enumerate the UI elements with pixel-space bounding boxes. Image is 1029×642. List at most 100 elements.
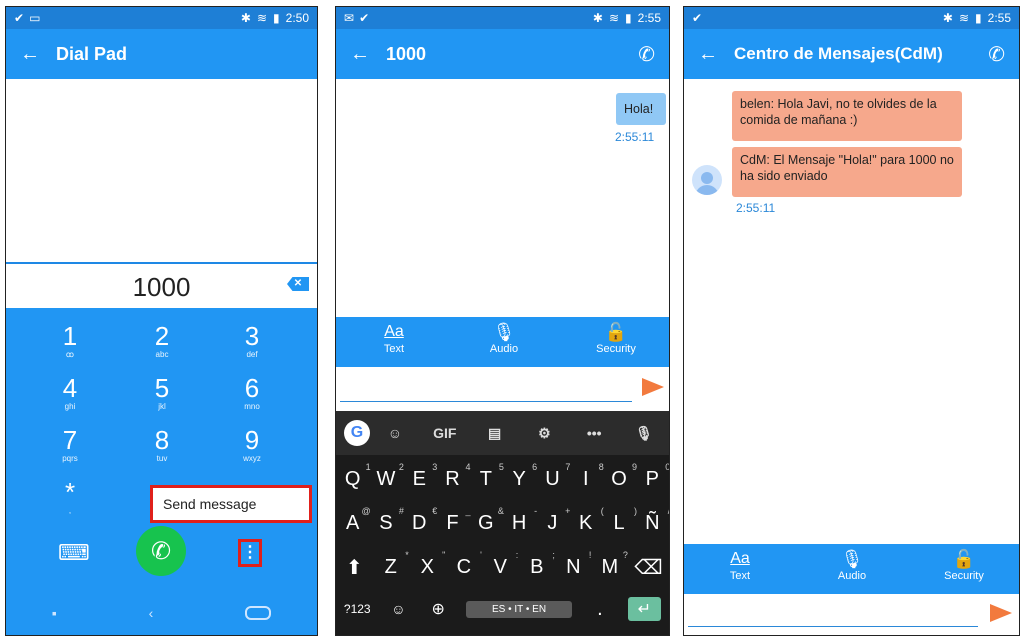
settings-icon[interactable]: ⚙ (519, 425, 569, 442)
keyboard-icon[interactable]: ⌨ (58, 540, 90, 566)
key-8[interactable]: 8 tuv (122, 426, 202, 464)
chat-screen-1000: ✉ ✔ ✱ ≋ ▮ 2:55 ← 1000 ✆ Hola! 2:55:11 Aa Text… (335, 6, 670, 636)
text-option[interactable]: Aa Text (700, 548, 780, 582)
emoji-icon[interactable]: ☺ (386, 601, 410, 617)
keyboard: G ☺ GIF ▤ ⚙ ••• 🎙 Q1W2E3R4T5Y6U7I8O9P0 A… (336, 411, 669, 635)
key-letter: N (566, 555, 581, 578)
more-options-icon[interactable]: ⋮ (238, 539, 262, 567)
audio-option[interactable]: 🎙 Audio (812, 548, 892, 582)
key-3[interactable]: 3 def (212, 322, 292, 360)
bluetooth-icon: ✱ (240, 11, 251, 25)
key-ñ[interactable]: Ñ/ (640, 506, 669, 535)
key-t[interactable]: T5 (474, 462, 504, 491)
back-arrow-icon[interactable]: ← (698, 43, 734, 66)
key-d[interactable]: D € (407, 506, 437, 535)
key-z[interactable]: Z * (379, 550, 409, 579)
key-o[interactable]: O9 (607, 462, 637, 491)
key-alt-char: 2 (398, 461, 404, 472)
clipboard-icon[interactable]: ▤ (470, 425, 520, 442)
more-icon[interactable]: ••• (569, 425, 619, 441)
key-7[interactable]: 7 pqrs (30, 426, 110, 464)
avatar (692, 165, 722, 195)
key-letters: ghi (64, 402, 76, 411)
key-v[interactable]: V: (488, 550, 519, 579)
message-input[interactable] (340, 401, 632, 402)
send-icon[interactable] (990, 604, 1012, 622)
nav-back-icon[interactable]: ‹ (149, 605, 154, 621)
message-input[interactable] (688, 626, 978, 627)
key-digit: 1 (62, 321, 78, 351)
key-m[interactable]: M? (598, 550, 628, 579)
system-message-bubble: CdM: El Mensaje "Hola!" para 1000 no ha … (732, 147, 962, 197)
key-p[interactable]: P0 (640, 462, 669, 491)
backspace-icon[interactable]: ⌫ (634, 555, 662, 580)
key-6[interactable]: 6 mno (212, 374, 292, 412)
back-arrow-icon[interactable]: ← (350, 43, 386, 66)
key-i[interactable]: I8 (574, 462, 604, 491)
key-alt-char: ; (552, 549, 555, 560)
key-alt-char: ? (622, 549, 628, 560)
symbols-key[interactable]: ?123 (344, 602, 371, 616)
key-letter: Y (512, 467, 526, 490)
text-option[interactable]: Aa Text (354, 321, 434, 355)
phone-icon[interactable]: ✆ (988, 42, 1005, 67)
key-y[interactable]: Y6 (507, 462, 537, 491)
message-time: 2:55:11 (736, 201, 776, 215)
dialed-number: 1000 (6, 262, 317, 310)
keyboard-toolbar: G ☺ GIF ▤ ⚙ ••• 🎙 (336, 411, 669, 455)
send-icon[interactable] (642, 378, 664, 396)
key-2[interactable]: 2 abc (122, 322, 202, 360)
back-arrow-icon[interactable]: ← (20, 43, 56, 66)
key-f[interactable]: F _ (441, 506, 470, 535)
bluetooth-icon: ✱ (592, 11, 603, 25)
key-h[interactable]: H- (507, 506, 537, 535)
key-l[interactable]: L) (607, 506, 637, 535)
audio-option[interactable]: 🎙 Audio (464, 321, 544, 355)
key-n[interactable]: N! (561, 550, 591, 579)
key-5[interactable]: 5 jkl (122, 374, 202, 412)
sticker-icon[interactable]: ☺ (370, 425, 420, 441)
enter-icon[interactable]: ↵ (627, 597, 662, 621)
key-alt-char: # (398, 505, 404, 516)
mic-icon[interactable]: 🎙 (619, 425, 669, 442)
key-alt-char: 6 (532, 461, 538, 472)
key-4[interactable]: 4 ghi (30, 374, 110, 412)
key-k[interactable]: K( (574, 506, 604, 535)
screen-icon: ▭ (29, 11, 41, 25)
key-1[interactable]: 1ꝏ (30, 322, 110, 360)
key-letter: V (493, 555, 507, 578)
key-9[interactable]: 9 wxyz (212, 426, 292, 464)
send-message-menu-item[interactable]: Send message (150, 485, 312, 523)
microphone-icon: 🎙 (492, 322, 516, 342)
key-c[interactable]: C ' (452, 550, 482, 579)
key-alt-char: - (534, 505, 538, 516)
key-s[interactable]: S # (374, 506, 404, 535)
key-q[interactable]: Q1 (341, 462, 371, 491)
gif-button[interactable]: GIF (420, 425, 470, 441)
key-j[interactable]: J + (540, 506, 570, 535)
key-x[interactable]: X " (415, 550, 446, 579)
google-icon[interactable]: G (344, 420, 370, 446)
period-key[interactable]: . (588, 598, 612, 621)
key-u[interactable]: U7 (540, 462, 570, 491)
key-e[interactable]: E3 (407, 462, 438, 491)
key-g[interactable]: G & (474, 506, 504, 535)
key-star[interactable]: *, (30, 478, 110, 516)
key-a[interactable]: A @ (341, 506, 371, 535)
received-message-bubble: belen: Hola Javi, no te olvides de la co… (732, 91, 962, 141)
shift-key[interactable]: ⬆ (342, 555, 366, 580)
space-key[interactable]: ES • IT • EN (465, 600, 573, 618)
recents-icon[interactable]: ▪ (52, 605, 57, 621)
phone-icon[interactable]: ✆ (638, 42, 655, 67)
key-r[interactable]: R4 (441, 462, 470, 491)
security-option[interactable]: 🔓 Security (924, 548, 1004, 582)
globe-icon[interactable]: ⊕ (426, 599, 450, 619)
keyboard-row-1: Q1W2E3R4T5Y6U7I8O9P0 (336, 459, 669, 499)
call-button[interactable]: ✆ (136, 526, 186, 576)
key-w[interactable]: W2 (374, 462, 403, 491)
key-digit: 6 (244, 373, 260, 403)
key-b[interactable]: B; (525, 550, 555, 579)
key-digit: 2 (154, 321, 170, 351)
home-icon[interactable] (245, 606, 272, 620)
security-option[interactable]: 🔓 Security (576, 321, 656, 355)
